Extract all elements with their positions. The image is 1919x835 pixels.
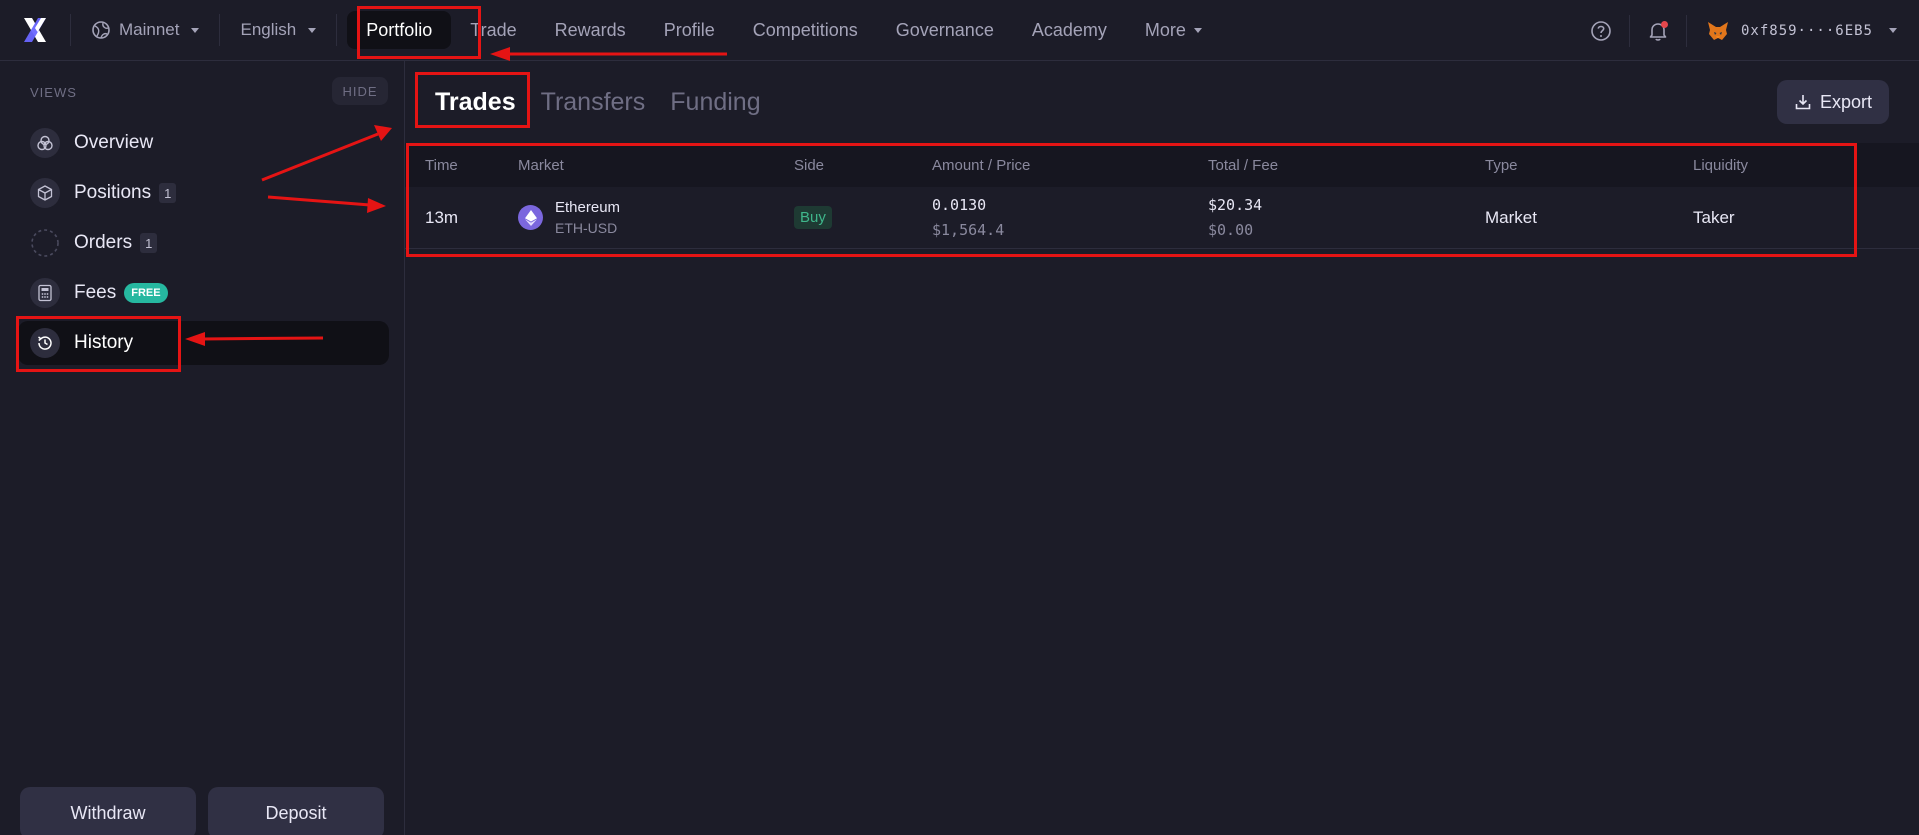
- tab-funding[interactable]: Funding: [670, 88, 760, 117]
- trade-time: 13m: [425, 207, 459, 227]
- trades-table: Time Market Side Amount / Price Total / …: [405, 143, 1919, 249]
- positions-count-badge: 1: [159, 183, 177, 203]
- nav-competitions[interactable]: Competitions: [734, 11, 877, 49]
- export-button[interactable]: Export: [1777, 80, 1889, 124]
- help-icon: [1591, 20, 1611, 41]
- nav-rewards[interactable]: Rewards: [536, 11, 645, 49]
- market-pair: ETH-USD: [555, 220, 618, 236]
- trade-type: Market: [1485, 207, 1537, 227]
- tab-trades[interactable]: Trades: [435, 88, 516, 117]
- nav-portfolio[interactable]: Portfolio: [347, 11, 452, 49]
- col-type: Type: [1485, 156, 1518, 174]
- col-amount-price: Amount / Price: [932, 156, 1031, 174]
- sidebar-item-overview[interactable]: Overview: [18, 121, 389, 165]
- cube-icon: [30, 178, 60, 208]
- table-row[interactable]: 13m Ethereum ETH-USD Buy 0.0130 $1,564.4: [405, 187, 1919, 249]
- ethereum-icon: [518, 205, 543, 230]
- nav-more-label: More: [1144, 19, 1186, 40]
- download-icon: [1795, 95, 1811, 110]
- hide-sidebar-button[interactable]: HIDE: [332, 77, 388, 105]
- nav-right: 0xf859····6EB5: [1573, 0, 1919, 61]
- views-header: VIEWS: [30, 85, 77, 100]
- language-label: English: [240, 20, 297, 39]
- side-badge: Buy: [794, 206, 832, 229]
- nav-profile[interactable]: Profile: [645, 11, 734, 49]
- chevron-down-icon: [191, 27, 200, 33]
- chevron-down-icon: [1193, 27, 1202, 33]
- network-selector[interactable]: Mainnet: [71, 0, 219, 61]
- overview-icon: [30, 128, 60, 158]
- sidebar-item-history[interactable]: History: [18, 321, 389, 365]
- tab-transfers[interactable]: Transfers: [541, 88, 646, 117]
- orders-icon: [30, 228, 60, 258]
- trade-liquidity: Taker: [1693, 207, 1735, 227]
- withdraw-button[interactable]: Withdraw: [20, 787, 196, 835]
- nav-academy[interactable]: Academy: [1013, 11, 1126, 49]
- nav-trade[interactable]: Trade: [451, 11, 535, 49]
- metamask-fox-icon: [1707, 21, 1728, 40]
- wallet-address: 0xf859····6EB5: [1740, 22, 1873, 39]
- sidebar-item-label: History: [74, 332, 134, 353]
- network-label: Mainnet: [119, 20, 180, 39]
- col-liquidity: Liquidity: [1693, 156, 1749, 174]
- sidebar-item-label: Overview: [74, 132, 154, 153]
- trade-total: $20.34: [1208, 196, 1263, 214]
- col-total-fee: Total / Fee: [1208, 156, 1279, 174]
- notification-dot: [1660, 21, 1668, 28]
- chevron-down-icon: [1889, 28, 1897, 33]
- globe-icon: [92, 21, 110, 39]
- col-market: Market: [518, 156, 564, 174]
- sidebar-item-label: Fees: [74, 282, 117, 303]
- sidebar-item-positions[interactable]: Positions 1: [18, 171, 389, 215]
- portfolio-sidebar: VIEWS HIDE Overview Positions 1 Orders 1: [0, 61, 405, 835]
- top-nav: Mainnet English Portfolio Trade Rewards …: [0, 0, 1919, 61]
- col-side: Side: [794, 156, 825, 174]
- sidebar-item-fees[interactable]: Fees FREE: [18, 271, 389, 315]
- chevron-down-icon: [308, 27, 317, 33]
- col-time: Time: [425, 156, 458, 174]
- language-selector[interactable]: English: [220, 0, 336, 61]
- trade-price: $1,564.4: [932, 221, 1005, 239]
- history-tabs: Trades Transfers Funding: [405, 61, 786, 143]
- trade-fee: $0.00: [1208, 221, 1254, 239]
- table-header: Time Market Side Amount / Price Total / …: [405, 143, 1919, 187]
- export-label: Export: [1819, 91, 1873, 112]
- sidebar-item-label: Orders: [74, 232, 133, 253]
- orders-count-badge: 1: [140, 233, 158, 253]
- amount-price-cell: 0.0130 $1,564.4: [932, 196, 1004, 239]
- history-panel: Trades Transfers Funding Export Time Mar…: [405, 61, 1919, 835]
- trade-market: Ethereum ETH-USD: [518, 199, 620, 236]
- market-name: Ethereum: [555, 199, 621, 216]
- calculator-icon: [30, 278, 60, 308]
- history-icon: [30, 328, 60, 358]
- notifications-button[interactable]: [1630, 0, 1686, 61]
- sidebar-item-orders[interactable]: Orders 1: [18, 221, 389, 265]
- nav-more[interactable]: More: [1126, 11, 1221, 49]
- fees-free-badge: FREE: [124, 283, 168, 303]
- nav-governance[interactable]: Governance: [877, 11, 1013, 49]
- sidebar-item-label: Positions: [74, 182, 152, 203]
- total-fee-cell: $20.34 $0.00: [1208, 196, 1262, 239]
- wallet-button[interactable]: 0xf859····6EB5: [1687, 0, 1919, 61]
- dydx-logo[interactable]: [0, 0, 70, 61]
- main-nav-links: Portfolio Trade Rewards Profile Competit…: [347, 0, 1221, 61]
- help-button[interactable]: [1573, 0, 1629, 61]
- deposit-button[interactable]: Deposit: [208, 787, 384, 835]
- trade-amount: 0.0130: [932, 196, 987, 214]
